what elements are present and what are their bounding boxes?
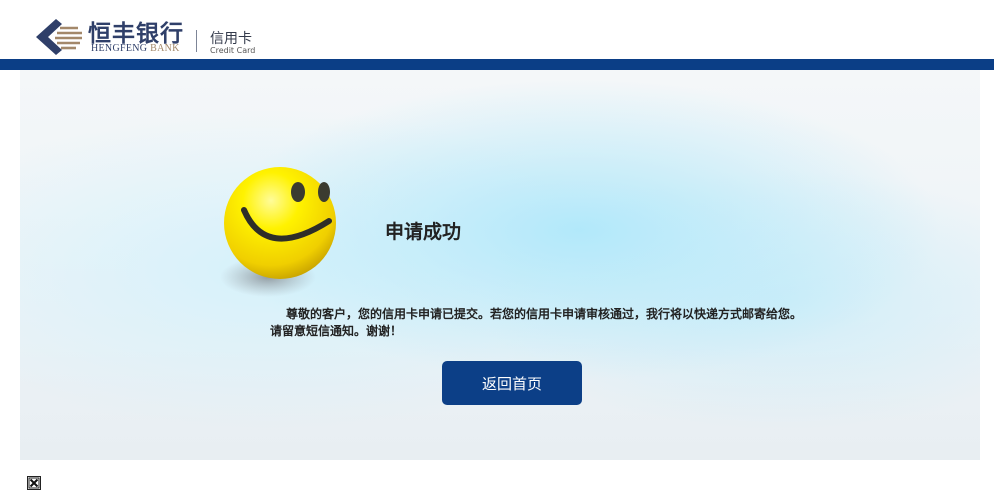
smiley-face-icon bbox=[220, 167, 336, 297]
result-panel: 申请成功 尊敬的客户，您的信用卡申请已提交。若您的信用卡申请审核通过，我行将以快… bbox=[20, 70, 980, 460]
header-accent-bar bbox=[0, 59, 994, 70]
result-message-line-2: 请留意短信通知。谢谢！ bbox=[270, 324, 403, 338]
brand-name-en: HENGFENG BANK bbox=[91, 43, 180, 54]
result-message-line-1: 尊敬的客户，您的信用卡申请已提交。若您的信用卡申请审核通过，我行将以快递方式邮寄… bbox=[286, 307, 803, 321]
result-title: 申请成功 bbox=[385, 221, 462, 243]
page-header: 恒丰银行 HENGFENG BANK 信用卡 Credit Card bbox=[0, 0, 994, 60]
product-name-cn: 信用卡 bbox=[210, 31, 252, 47]
product-name-en: Credit Card bbox=[210, 46, 256, 55]
brand-name-en-prefix: HENGFENG bbox=[91, 43, 148, 54]
hengfeng-diamond-logo-icon bbox=[36, 19, 84, 55]
back-to-home-button[interactable]: 返回首页 bbox=[442, 361, 582, 405]
logo-divider bbox=[196, 30, 197, 52]
brand-name-en-suffix: BANK bbox=[150, 43, 180, 54]
broken-image-icon bbox=[27, 476, 41, 490]
result-message: 尊敬的客户，您的信用卡申请已提交。若您的信用卡申请审核通过，我行将以快递方式邮寄… bbox=[270, 306, 830, 340]
